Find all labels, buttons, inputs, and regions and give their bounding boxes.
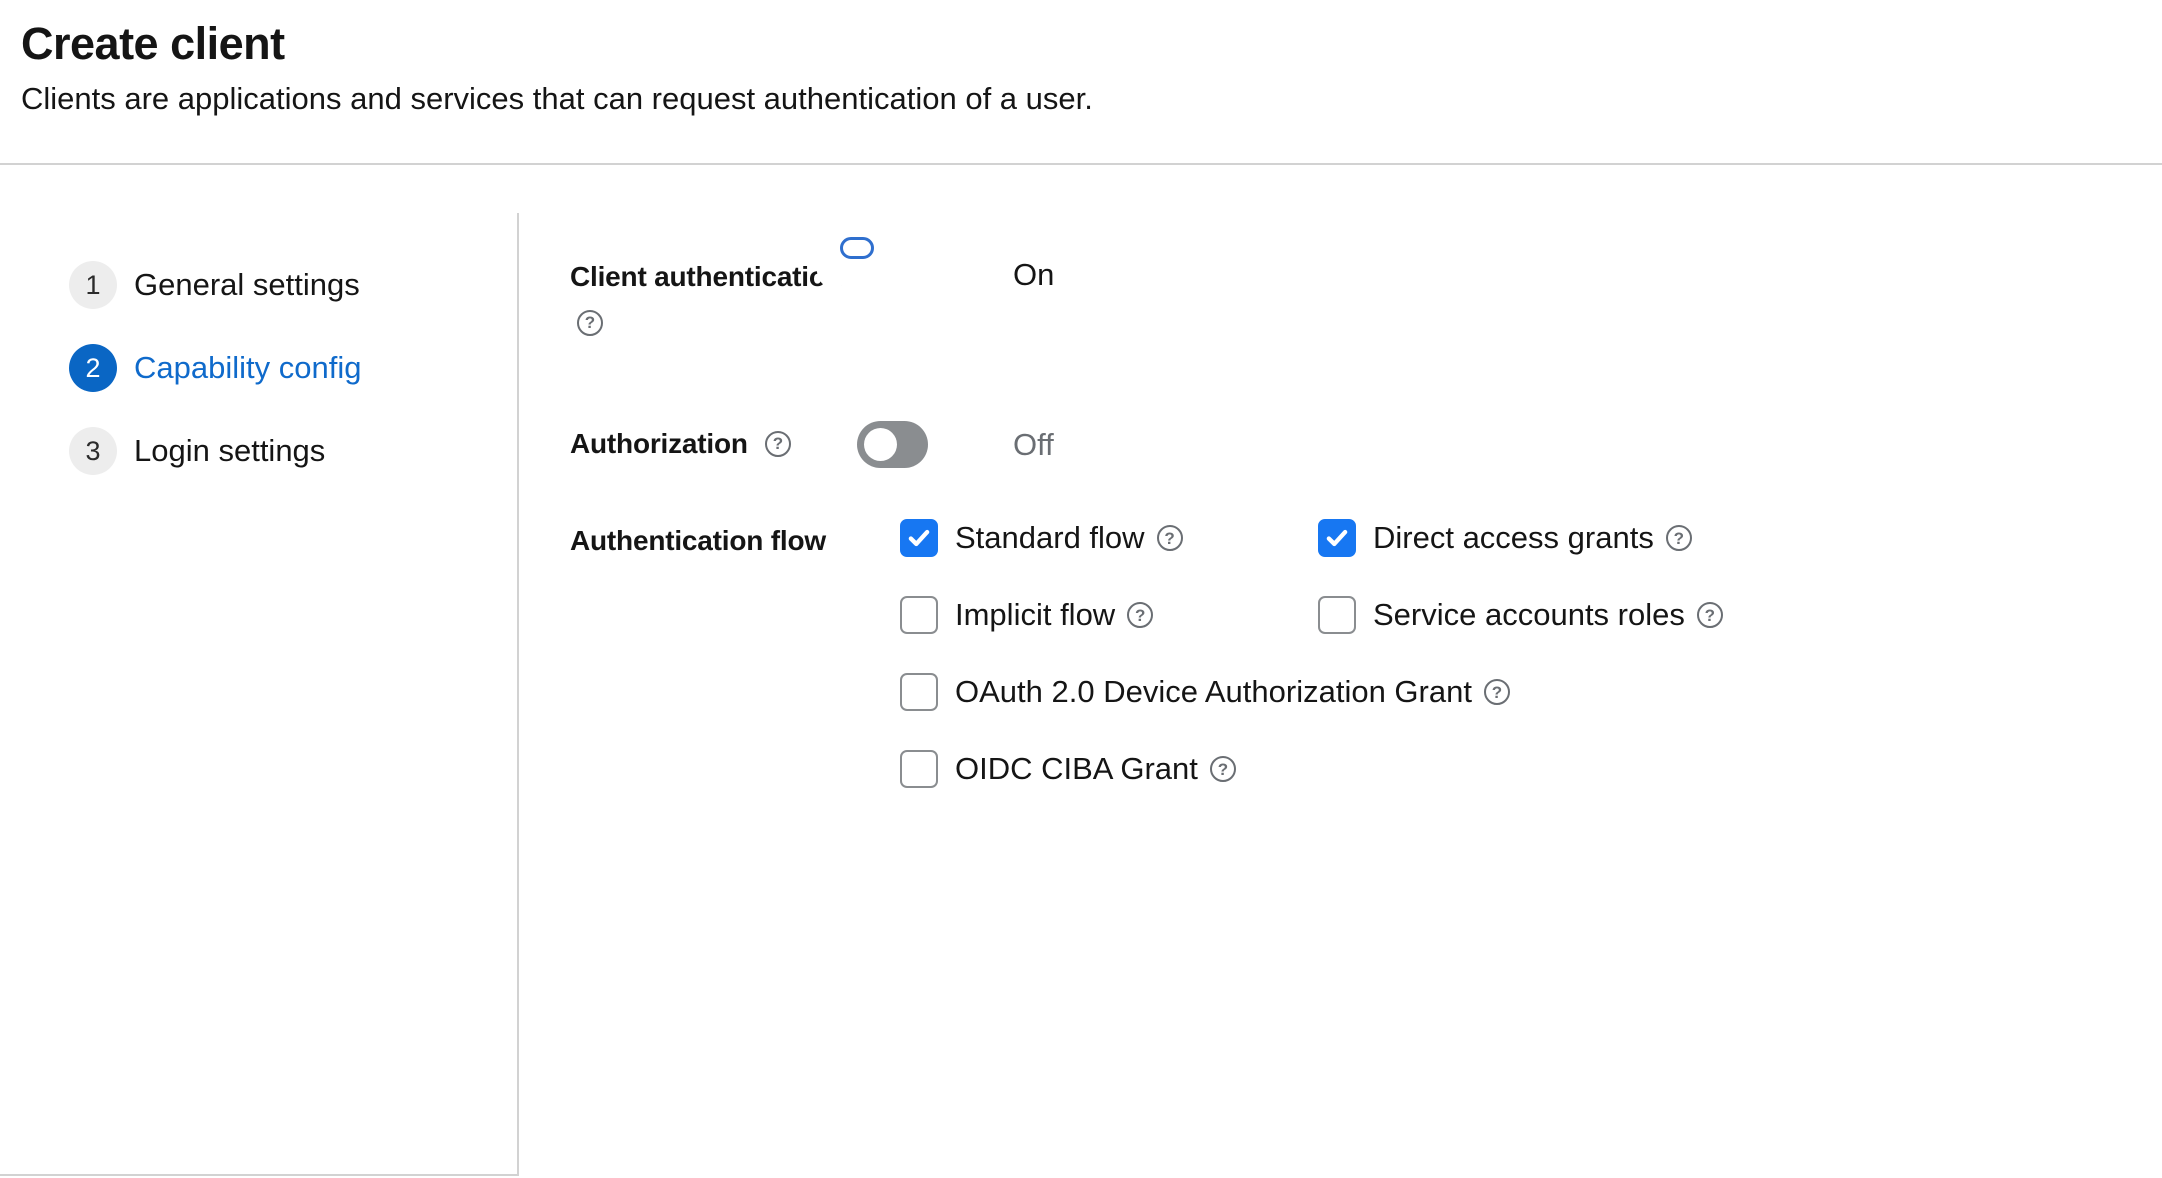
- wizard-footer-divider: [0, 1174, 519, 1176]
- checkbox-row: OIDC CIBA Grant ?: [900, 750, 1723, 788]
- help-icon[interactable]: ?: [1484, 679, 1510, 705]
- client-authentication-state-label: On: [1013, 248, 1054, 293]
- client-authentication-row: Client authentication ? On: [570, 248, 2162, 336]
- implicit-flow-checkbox[interactable]: [900, 596, 938, 634]
- wizard-nav-divider: [517, 213, 519, 1176]
- checkbox-label[interactable]: OIDC CIBA Grant: [955, 751, 1198, 787]
- checkbox-label[interactable]: Implicit flow: [955, 597, 1115, 633]
- client-authentication-label: Client authentication: [570, 260, 857, 294]
- step-number-badge: 3: [69, 427, 117, 475]
- checkbox-row: OAuth 2.0 Device Authorization Grant ?: [900, 673, 1723, 711]
- checkbox-item-service-accounts-roles[interactable]: Service accounts roles ?: [1318, 596, 1723, 634]
- checkbox-label[interactable]: Standard flow: [955, 520, 1145, 556]
- standard-flow-checkbox[interactable]: [900, 519, 938, 557]
- step-number-badge: 1: [69, 261, 117, 309]
- client-authentication-label-col: Client authentication ?: [570, 248, 857, 336]
- checkbox-label[interactable]: OAuth 2.0 Device Authorization Grant: [955, 674, 1472, 710]
- client-authentication-switch-slot: [857, 248, 1013, 259]
- authorization-label-col: Authorization ?: [570, 421, 857, 461]
- authentication-flow-label-col: Authentication flow: [570, 519, 857, 558]
- authentication-flow-label: Authentication flow: [570, 524, 857, 558]
- help-icon[interactable]: ?: [577, 310, 603, 336]
- checkmark-icon: [906, 525, 932, 551]
- oauth-device-grant-checkbox[interactable]: [900, 673, 938, 711]
- help-icon[interactable]: ?: [1157, 525, 1183, 551]
- authorization-row: Authorization ? Off: [570, 421, 2162, 468]
- help-icon[interactable]: ?: [1210, 756, 1236, 782]
- checkbox-item-oauth-device-grant[interactable]: OAuth 2.0 Device Authorization Grant ?: [900, 673, 1510, 711]
- help-icon[interactable]: ?: [1127, 602, 1153, 628]
- wizard-nav: 1 General settings 2 Capability config 3…: [0, 165, 519, 1178]
- authentication-flow-options: Standard flow ? Direct access grants ?: [900, 519, 1723, 827]
- help-icon[interactable]: ?: [1697, 602, 1723, 628]
- checkbox-row: Implicit flow ? Service accounts roles ?: [900, 596, 1723, 634]
- checkbox-label[interactable]: Direct access grants: [1373, 520, 1654, 556]
- page-subtitle: Clients are applications and services th…: [21, 79, 2162, 119]
- checkbox-item-implicit-flow[interactable]: Implicit flow ?: [900, 596, 1318, 634]
- direct-access-grants-checkbox[interactable]: [1318, 519, 1356, 557]
- wizard-content: 1 General settings 2 Capability config 3…: [0, 165, 2162, 1178]
- switch-focus-ring: [840, 237, 874, 259]
- toggle-knob: [864, 428, 897, 461]
- authorization-state-label: Off: [1013, 421, 1054, 463]
- authorization-toggle[interactable]: [857, 421, 928, 468]
- checkbox-item-oidc-ciba-grant[interactable]: OIDC CIBA Grant ?: [900, 750, 1236, 788]
- checkmark-icon: [1324, 525, 1350, 551]
- authorization-label: Authorization: [570, 427, 748, 461]
- help-icon[interactable]: ?: [1666, 525, 1692, 551]
- service-accounts-roles-checkbox[interactable]: [1318, 596, 1356, 634]
- help-icon[interactable]: ?: [765, 431, 791, 457]
- checkbox-row: Standard flow ? Direct access grants ?: [900, 519, 1723, 557]
- page-title: Create client: [21, 16, 2162, 72]
- step-number-badge: 2: [69, 344, 117, 392]
- wizard-step-label: Capability config: [134, 350, 361, 386]
- checkbox-item-standard-flow[interactable]: Standard flow ?: [900, 519, 1318, 557]
- wizard-step-capability-config[interactable]: 2 Capability config: [69, 344, 361, 392]
- toggle-knob: [817, 255, 850, 288]
- checkbox-label[interactable]: Service accounts roles: [1373, 597, 1685, 633]
- checkbox-item-direct-access-grants[interactable]: Direct access grants ?: [1318, 519, 1692, 557]
- oidc-ciba-grant-checkbox[interactable]: [900, 750, 938, 788]
- authentication-flow-row: Authentication flow Standard flow ?: [570, 519, 2162, 827]
- wizard-step-label: General settings: [134, 267, 360, 303]
- wizard-step-label: Login settings: [134, 433, 325, 469]
- authorization-switch-slot: [857, 421, 1013, 468]
- wizard-step-login-settings[interactable]: 3 Login settings: [69, 427, 325, 475]
- wizard-step-general-settings[interactable]: 1 General settings: [69, 261, 360, 309]
- page-header: Create client Clients are applications a…: [0, 0, 2162, 165]
- capability-config-form: Client authentication ? On Authorization…: [519, 165, 2162, 1178]
